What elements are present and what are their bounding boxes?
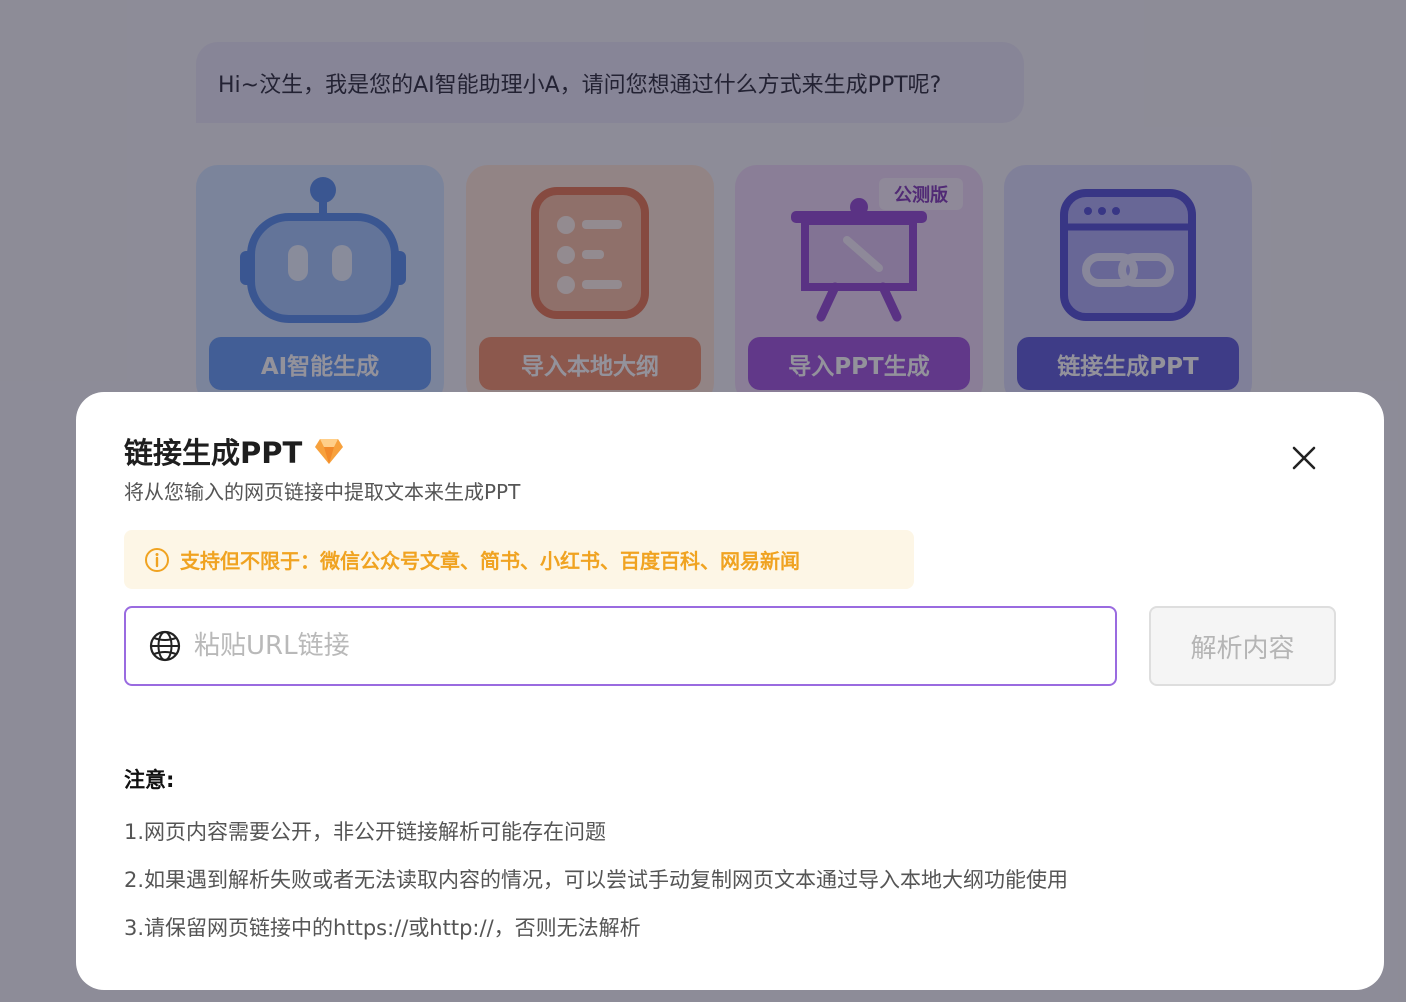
- modal-subtitle: 将从您输入的网页链接中提取文本来生成PPT: [124, 480, 521, 504]
- close-icon[interactable]: [1288, 442, 1320, 474]
- info-icon: [145, 547, 169, 572]
- url-input[interactable]: [192, 630, 1096, 662]
- diamond-gem-icon: [315, 439, 344, 464]
- url-input-box[interactable]: [124, 606, 1117, 686]
- globe-icon: [149, 630, 181, 662]
- note-item: 1.网页内容需要公开，非公开链接解析可能存在问题: [124, 820, 607, 844]
- modal-title-text: 链接生成PPT: [124, 436, 303, 470]
- notes-title: 注意:: [124, 768, 175, 792]
- modal-title: 链接生成PPT: [124, 430, 344, 472]
- link-generate-modal: 链接生成PPT 将从您输入的网页链接中提取文本来生成PPT 支持但不限于：微信公…: [76, 392, 1384, 990]
- supported-sources-tip: 支持但不限于：微信公众号文章、简书、小红书、百度百科、网易新闻: [124, 530, 914, 589]
- note-item: 2.如果遇到解析失败或者无法读取内容的情况，可以尝试手动复制网页文本通过导入本地…: [124, 868, 1069, 892]
- note-item: 3.请保留网页链接中的https://或http://，否则无法解析: [124, 916, 641, 940]
- parse-content-button[interactable]: 解析内容: [1149, 606, 1336, 686]
- tip-text: 支持但不限于：微信公众号文章、简书、小红书、百度百科、网易新闻: [180, 549, 800, 573]
